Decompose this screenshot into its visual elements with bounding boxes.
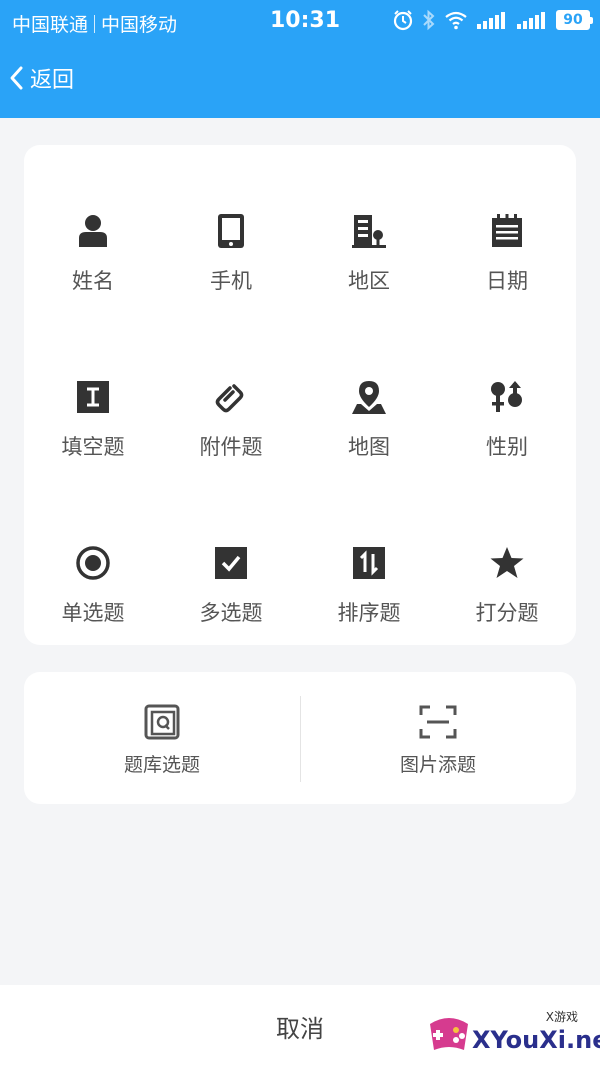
grid-item-label: 附件题 bbox=[199, 435, 263, 459]
gamepad-logo-icon bbox=[430, 1018, 468, 1050]
grid-item-label: 姓名 bbox=[72, 269, 114, 293]
grid-item-name[interactable]: 姓名 bbox=[24, 165, 162, 295]
building-icon bbox=[351, 213, 387, 249]
carrier-info: 中国联通 中国移动 bbox=[12, 10, 177, 37]
bluetooth-icon bbox=[423, 9, 435, 31]
checkbox-icon bbox=[213, 545, 249, 581]
nav-bar: 返回 bbox=[0, 44, 600, 118]
back-button[interactable]: 返回 bbox=[8, 62, 74, 94]
status-time: 10:31 bbox=[270, 8, 341, 33]
grid-item-label: 填空题 bbox=[61, 435, 125, 459]
calendar-icon bbox=[489, 213, 525, 249]
question-bank-icon bbox=[142, 702, 182, 742]
grid-item-label: 地图 bbox=[348, 435, 390, 459]
map-pin-icon bbox=[351, 379, 387, 415]
watermark-text: XYouXi.net bbox=[472, 1026, 600, 1054]
grid-item-label: 单选题 bbox=[61, 601, 125, 625]
question-type-card: 姓名 手机 地区 日期 填空题 附件题 地图 性别 单选题 多选题 排序题 打分… bbox=[24, 145, 576, 645]
sort-icon bbox=[351, 545, 387, 581]
cancel-button[interactable]: 取消 bbox=[276, 1009, 324, 1044]
gender-icon bbox=[489, 379, 525, 415]
carrier-separator bbox=[94, 14, 96, 33]
signal-2-icon bbox=[517, 12, 545, 29]
phone-icon bbox=[213, 213, 249, 249]
add-question-card: 题库选题 图片添题 bbox=[24, 672, 576, 804]
chevron-left-icon bbox=[10, 66, 23, 90]
grid-item-multi-choice[interactable]: 多选题 bbox=[162, 497, 300, 627]
grid-item-date[interactable]: 日期 bbox=[438, 165, 576, 295]
carrier-2: 中国移动 bbox=[101, 14, 178, 36]
image-question-label: 图片添题 bbox=[399, 754, 476, 776]
grid-item-label: 多选题 bbox=[199, 601, 263, 625]
grid-item-gender[interactable]: 性别 bbox=[438, 331, 576, 461]
radio-icon bbox=[75, 545, 111, 581]
paperclip-icon bbox=[213, 379, 249, 415]
status-bar: 中国联通 中国移动 10:31 90 bbox=[0, 0, 600, 44]
grid-item-label: 排序题 bbox=[337, 601, 401, 625]
person-icon bbox=[75, 213, 111, 249]
grid-item-label: 日期 bbox=[486, 269, 528, 293]
grid-item-label: 打分题 bbox=[475, 601, 539, 625]
watermark: X游戏 XYouXi.net bbox=[424, 1000, 600, 1060]
scan-icon bbox=[418, 702, 458, 742]
grid-item-label: 性别 bbox=[486, 435, 528, 459]
grid-item-attachment[interactable]: 附件题 bbox=[162, 331, 300, 461]
grid-item-label: 地区 bbox=[348, 269, 390, 293]
grid-item-region[interactable]: 地区 bbox=[300, 165, 438, 295]
grid-item-rating[interactable]: 打分题 bbox=[438, 497, 576, 627]
grid-item-sort[interactable]: 排序题 bbox=[300, 497, 438, 627]
signal-1-icon bbox=[477, 12, 505, 29]
wifi-icon bbox=[445, 11, 467, 30]
status-icons: 90 bbox=[392, 9, 593, 31]
carrier-1: 中国联通 bbox=[12, 14, 89, 36]
grid-item-phone[interactable]: 手机 bbox=[162, 165, 300, 295]
question-bank-button[interactable]: 题库选题 bbox=[24, 672, 300, 804]
alarm-icon bbox=[393, 10, 413, 31]
grid-item-map[interactable]: 地图 bbox=[300, 331, 438, 461]
watermark-small-text: X游戏 bbox=[545, 1010, 578, 1024]
grid-item-fill-blank[interactable]: 填空题 bbox=[24, 331, 162, 461]
image-question-button[interactable]: 图片添题 bbox=[300, 672, 576, 804]
grid-item-label: 手机 bbox=[210, 269, 252, 293]
question-bank-label: 题库选题 bbox=[123, 754, 200, 776]
battery-indicator: 90 bbox=[556, 10, 593, 30]
back-label: 返回 bbox=[30, 68, 75, 93]
star-icon bbox=[489, 545, 525, 581]
text-cursor-icon bbox=[75, 379, 111, 415]
grid-item-single-choice[interactable]: 单选题 bbox=[24, 497, 162, 627]
question-type-grid: 姓名 手机 地区 日期 填空题 附件题 地图 性别 单选题 多选题 排序题 打分… bbox=[24, 145, 576, 645]
